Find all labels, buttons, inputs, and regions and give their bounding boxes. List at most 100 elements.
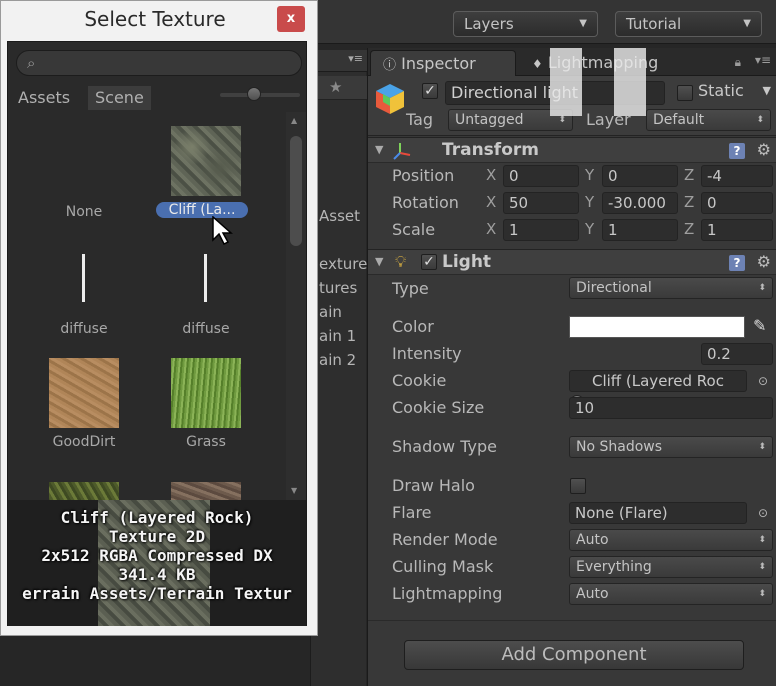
static-label: Static [698, 81, 744, 100]
light-header[interactable]: ▼ 💡︎ ✓ Light ? ⚙ [368, 249, 776, 275]
help-icon[interactable]: ? [729, 255, 745, 271]
texture-item-label: Cliff (La... [156, 202, 248, 218]
position-z-field[interactable]: -4 [701, 165, 773, 187]
axis-z-label: Z [684, 193, 695, 211]
layers-dropdown[interactable]: Layers ▼ [453, 11, 598, 37]
favorites-star-icon[interactable]: ★ [329, 78, 342, 96]
texture-thumbnail[interactable] [49, 482, 119, 500]
foldout-arrow-icon[interactable]: ▼ [375, 143, 383, 156]
cookie-label: Cookie [392, 371, 447, 390]
help-icon[interactable]: ? [729, 143, 745, 159]
shadow-type-label: Shadow Type [392, 437, 497, 456]
lightbulb-icon: ♦ [532, 57, 543, 71]
shadow-type-value: No Shadows [576, 439, 663, 455]
light-type-dropdown[interactable]: Directional ⬍ [569, 277, 773, 299]
scroll-down-icon[interactable]: ▼ [291, 486, 297, 495]
project-panel: ▾≡ ★ Asset exture tures ain ain 1 ain 2 [310, 50, 367, 686]
scale-y-field[interactable]: 1 [602, 219, 678, 241]
texture-grid-scrollbar[interactable]: ▲ ▼ [286, 112, 306, 500]
color-label: Color [392, 317, 434, 336]
project-row[interactable]: tures [319, 279, 357, 297]
texture-item-none[interactable]: None [24, 112, 144, 230]
render-mode-value: Auto [576, 532, 609, 548]
lock-icon[interactable]: 🔒︎ [735, 55, 741, 70]
gear-icon[interactable]: ⚙ [757, 140, 771, 159]
updown-arrow-icon: ⬍ [758, 535, 766, 545]
tab-assets[interactable]: Assets [11, 86, 77, 110]
rotation-x-field[interactable]: 50 [503, 192, 579, 214]
texture-item-grass[interactable]: Grass [146, 358, 266, 458]
texture-thumbnail [49, 358, 119, 428]
flare-field[interactable]: None (Flare) [569, 502, 747, 524]
mouse-cursor-icon [212, 216, 233, 246]
light-title: Light [442, 252, 492, 272]
layout-dropdown[interactable]: Tutorial ▼ [615, 11, 762, 37]
texture-thumbnail[interactable] [171, 482, 241, 500]
position-y-field[interactable]: 0 [602, 165, 678, 187]
texture-item-cliff[interactable]: Cliff (La... [146, 112, 266, 230]
panel-menu-icon[interactable]: ▾≡ [348, 52, 363, 65]
tab-scene[interactable]: Scene [88, 86, 151, 110]
intensity-field[interactable]: 0.2 [701, 343, 773, 365]
add-component-button[interactable]: Add Component [404, 640, 744, 670]
culling-mask-dropdown[interactable]: Everything ⬍ [569, 556, 773, 578]
texture-thumbnail [171, 358, 241, 428]
search-input[interactable]: ⌕ [16, 50, 302, 76]
select-texture-window: Select Texture x ⌕ Assets Scene None Cli… [0, 0, 318, 636]
layout-dropdown-label: Tutorial [626, 15, 682, 33]
culling-mask-label: Culling Mask [392, 557, 494, 576]
cookie-size-label: Cookie Size [392, 398, 485, 417]
draw-halo-checkbox[interactable] [570, 478, 586, 494]
panel-menu-icon[interactable]: ▾≡ [755, 53, 771, 67]
light-enabled-checkbox[interactable]: ✓ [421, 254, 437, 270]
texture-item-label: Grass [186, 434, 226, 450]
texture-item-label: diffuse [60, 321, 108, 337]
project-tabbar: ▾≡ [311, 50, 367, 72]
scale-label: Scale [392, 220, 436, 239]
rotation-z-field[interactable]: 0 [701, 192, 773, 214]
tab-inspector[interactable]: ⓘ Inspector [370, 50, 516, 76]
transform-header[interactable]: ▼ Transform ? ⚙ [368, 137, 776, 163]
axis-x-label: X [486, 220, 497, 238]
inspector-panel: ⓘ Inspector ♦ Lightmapping 🔒︎ ▾≡ ✓ Direc… [367, 48, 776, 686]
color-swatch[interactable] [569, 316, 745, 338]
project-row[interactable]: ain [319, 303, 342, 321]
foldout-arrow-icon[interactable]: ▼ [375, 255, 383, 268]
close-button[interactable]: x [277, 6, 305, 32]
layer-dropdown[interactable]: Default ⬍ [646, 109, 771, 131]
updown-arrow-icon: ⬍ [756, 115, 764, 125]
texture-thumbnail [171, 126, 241, 196]
thumbnail-size-slider-thumb[interactable] [247, 87, 261, 101]
static-checkbox[interactable] [677, 85, 693, 101]
position-x-field[interactable]: 0 [503, 165, 579, 187]
object-picker-icon[interactable]: ⊙ [758, 506, 768, 520]
scroll-up-icon[interactable]: ▲ [291, 116, 297, 125]
cookie-size-field[interactable]: 10 [569, 397, 773, 419]
rotation-y-field[interactable]: -30.000 [602, 192, 678, 214]
texture-browser: ⌕ Assets Scene None Cliff (La... diffuse [7, 41, 307, 626]
lightmapping-dropdown[interactable]: Auto ⬍ [569, 583, 773, 605]
eyedropper-icon[interactable]: ✎ [753, 316, 766, 335]
project-row[interactable]: ain 2 [319, 351, 356, 369]
chevron-down-icon[interactable]: ▼ [763, 84, 771, 97]
gameobject-active-checkbox[interactable]: ✓ [422, 83, 438, 99]
cookie-field[interactable]: Cliff (Layered Roc [569, 370, 747, 392]
texture-item-diffuse[interactable]: diffuse [24, 240, 144, 340]
texture-item-diffuse[interactable]: diffuse [146, 240, 266, 340]
project-row[interactable]: Asset [319, 207, 360, 225]
object-picker-icon[interactable]: ⊙ [758, 374, 768, 388]
render-mode-dropdown[interactable]: Auto ⬍ [569, 529, 773, 551]
shadow-type-dropdown[interactable]: No Shadows ⬍ [569, 436, 773, 458]
texture-preview: Cliff (Layered Rock) Texture 2D 2x512 RG… [8, 500, 306, 626]
transform-title: Transform [442, 140, 539, 160]
tab-lightmapping[interactable]: ♦ Lightmapping [520, 50, 670, 76]
texture-item-gooddirt[interactable]: GoodDirt [24, 358, 144, 458]
updown-arrow-icon: ⬍ [758, 283, 766, 293]
scale-x-field[interactable]: 1 [503, 219, 579, 241]
light-type-label: Type [392, 279, 429, 298]
gear-icon[interactable]: ⚙ [757, 252, 771, 271]
scrollbar-thumb[interactable] [290, 136, 302, 246]
scale-z-field[interactable]: 1 [701, 219, 773, 241]
project-row[interactable]: ain 1 [319, 327, 356, 345]
project-row[interactable]: exture [319, 255, 367, 273]
